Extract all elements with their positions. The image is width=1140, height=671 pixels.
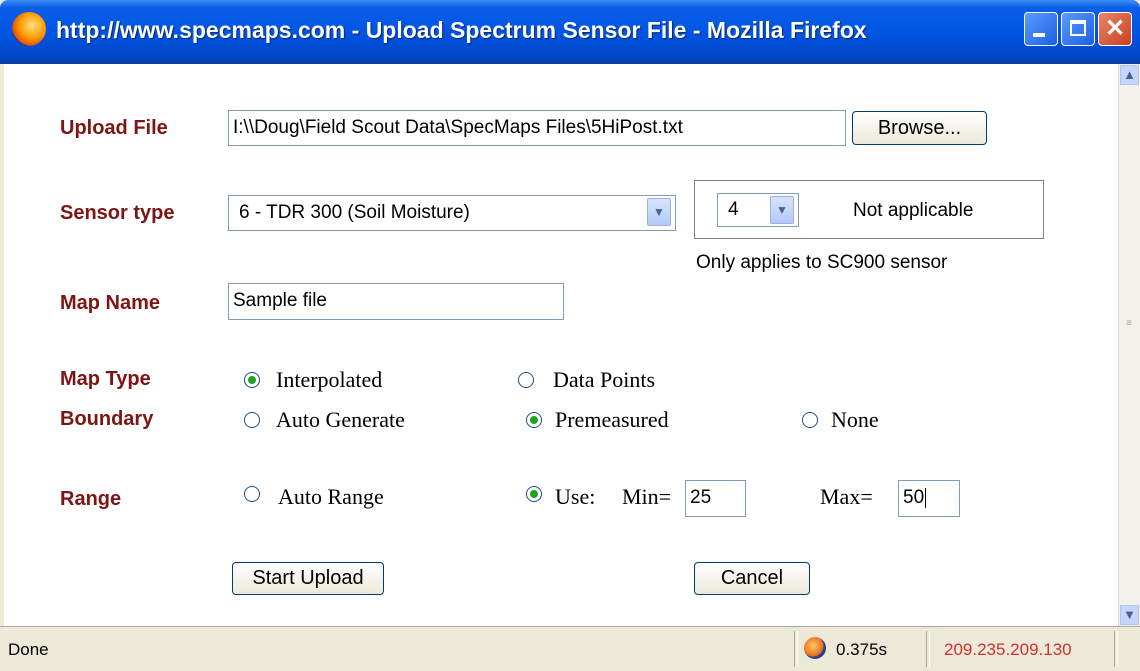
minimize-button[interactable] <box>1024 12 1058 46</box>
status-firefox-icon <box>804 637 826 659</box>
range-min-label: Min= <box>622 484 672 509</box>
status-separator <box>794 631 798 667</box>
boundary-premeasured-radio[interactable] <box>526 412 542 428</box>
status-separator <box>926 631 930 667</box>
status-text: Done <box>8 640 49 659</box>
boundary-none-label: None <box>831 407 879 432</box>
scroll-up-icon[interactable]: ▲ <box>1120 65 1139 85</box>
title-bar[interactable]: http://www.specmaps.com - Upload Spectru… <box>0 0 1140 64</box>
range-auto-label: Auto Range <box>278 484 384 509</box>
sensor-type-value: 6 - TDR 300 (Soil Moisture) <box>239 202 470 223</box>
map-name-input[interactable]: Sample file <box>228 283 564 320</box>
maximize-button[interactable] <box>1061 12 1095 46</box>
scroll-down-icon[interactable]: ▼ <box>1120 605 1139 625</box>
sc900-status: Not applicable <box>853 200 974 221</box>
map-type-interpolated-radio[interactable] <box>244 372 260 388</box>
sensor-type-label: Sensor type <box>60 202 175 224</box>
range-label: Range <box>60 488 122 510</box>
sensor-type-select[interactable]: 6 - TDR 300 (Soil Moisture) ▼ <box>228 195 676 231</box>
upload-file-label: Upload File <box>60 117 168 139</box>
range-use-label: Use: <box>555 484 596 509</box>
map-type-label: Map Type <box>60 368 151 390</box>
sc900-select[interactable]: 4 ▼ <box>717 193 799 227</box>
status-ip-address: 209.235.209.130 <box>944 640 1072 659</box>
boundary-label: Boundary <box>60 408 154 430</box>
close-button[interactable]: ✕ <box>1098 12 1132 46</box>
range-max-input[interactable]: 50 <box>898 480 960 517</box>
maximize-icon <box>1070 20 1086 36</box>
map-type-data-points-radio[interactable] <box>518 372 534 388</box>
map-type-data-points-label: Data Points <box>553 367 656 392</box>
map-type-interpolated-label: Interpolated <box>276 367 383 392</box>
dropdown-arrow-icon[interactable]: ▼ <box>770 196 794 224</box>
sc900-panel: 4 ▼ Not applicable <box>694 180 1044 239</box>
vertical-scrollbar[interactable]: ▲ ≡ ▼ <box>1118 64 1140 626</box>
cancel-button[interactable]: Cancel <box>694 562 810 595</box>
boundary-auto-generate-label: Auto Generate <box>276 407 405 432</box>
range-min-input[interactable]: 25 <box>685 480 746 517</box>
firefox-logo-icon <box>12 12 46 46</box>
range-auto-radio[interactable] <box>244 486 260 502</box>
boundary-premeasured-label: Premeasured <box>555 407 669 432</box>
browse-button[interactable]: Browse... <box>852 111 987 145</box>
sc900-value: 4 <box>728 199 739 220</box>
boundary-auto-generate-radio[interactable] <box>244 412 260 428</box>
range-use-radio[interactable] <box>526 486 542 502</box>
upload-file-input[interactable]: I:\\Doug\Field Scout Data\SpecMaps Files… <box>228 110 846 146</box>
status-load-time: 0.375s <box>836 640 888 659</box>
close-icon: ✕ <box>1104 15 1126 42</box>
map-name-label: Map Name <box>60 292 161 314</box>
page-content <box>4 64 1118 626</box>
minimize-icon <box>1033 33 1045 37</box>
boundary-none-radio[interactable] <box>802 412 818 428</box>
text-cursor <box>925 487 927 508</box>
status-bar: Done 0.375s 209.235.209.130 <box>0 626 1140 671</box>
scroll-grip-icon: ≡ <box>1126 318 1132 329</box>
status-separator <box>1114 631 1118 667</box>
sc900-note: Only applies to SC900 sensor <box>696 252 948 273</box>
range-max-label: Max= <box>820 484 873 509</box>
range-max-value: 50 <box>903 487 925 508</box>
dropdown-arrow-icon[interactable]: ▼ <box>647 198 671 226</box>
window-title: http://www.specmaps.com - Upload Spectru… <box>56 17 867 43</box>
start-upload-button[interactable]: Start Upload <box>232 562 384 595</box>
